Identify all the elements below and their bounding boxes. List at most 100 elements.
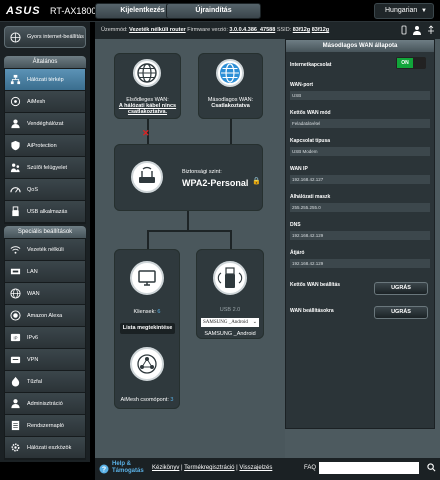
aimesh-count[interactable]: 3	[170, 397, 173, 403]
faq-search-input[interactable]	[319, 462, 419, 474]
clients-count[interactable]: 6	[157, 309, 160, 315]
primary-wan-status[interactable]: A hálózati kábel nincs csatlakoztatva.	[114, 103, 181, 115]
admin-icon	[11, 399, 20, 409]
sidebar-item-amazon-alexa[interactable]: Amazon Alexa	[5, 305, 85, 327]
lan-icon	[10, 268, 21, 275]
field-label: Alhálózati maszk	[290, 194, 331, 200]
aimesh-icon	[10, 96, 21, 107]
view-list-button[interactable]: Lista megtekintése	[120, 323, 175, 334]
wan-settings-go-button[interactable]: UGRÁS	[374, 306, 428, 319]
usb-status-icon[interactable]	[426, 25, 436, 35]
field-subnet-mask: Alhálózati maszk 255.255.255.0	[290, 194, 430, 212]
lock-icon: 🔒	[252, 178, 261, 185]
sidebar-item-label: AiProtection	[27, 143, 57, 149]
language-value: Hungarian	[385, 7, 418, 14]
footer-links: Kézikönyv | Termékregisztráció | Visszaj…	[152, 465, 273, 471]
sidebar-item-label: QoS	[27, 187, 39, 193]
app-icon[interactable]	[399, 25, 409, 35]
network-map: Elsődleges WAN: A hálózati kábel nincs c…	[95, 39, 285, 458]
reboot-button[interactable]: Újraindítás	[166, 3, 261, 19]
product-registration-link[interactable]: Termékregisztráció	[184, 465, 234, 471]
usb-device-name: SAMSUNG _Android	[204, 331, 256, 337]
sidebar-item-label: USB alkalmazás	[27, 209, 68, 215]
disconnected-icon: ✕	[142, 128, 150, 138]
ssid-link-2[interactable]: 83f12g	[312, 27, 329, 33]
mode-link[interactable]: Vezeték nélküli router	[129, 27, 186, 33]
sidebar-item-label: Amazon Alexa	[27, 313, 63, 319]
quick-setup-label: Gyors internet-beállítás	[27, 34, 84, 40]
usb-select-value: SAMSUNG _Android	[203, 320, 248, 325]
sidebar-item-label: LAN	[27, 269, 38, 275]
clients-label: Kliensek:	[133, 309, 156, 315]
sidebar-item-usb-application[interactable]: USB alkalmazás	[5, 201, 85, 223]
firmware-link[interactable]: 3.0.0.4.386_47588	[229, 27, 275, 33]
sidebar-item-vpn[interactable]: VPN	[5, 349, 85, 371]
ipv6-icon: IP	[10, 333, 21, 342]
sidebar-item-aimesh[interactable]: AiMesh	[5, 91, 85, 113]
vpn-icon	[10, 356, 21, 364]
sidebar-item-label: Rendszernapló	[27, 423, 64, 429]
field-wan-port: WAN-port USB	[290, 82, 430, 100]
field-value: 192.168.42.127	[290, 175, 430, 184]
sidebar-item-label: IPv6	[27, 335, 39, 341]
security-value[interactable]: WPA2-Personal	[182, 178, 248, 188]
sidebar-item-administration[interactable]: Adminisztráció	[5, 393, 85, 415]
sidebar-item-wireless[interactable]: Vezeték nélküli	[5, 239, 85, 261]
clients-text: Kliensek: 6	[114, 309, 180, 315]
panel-title: Másodlagos WAN állapota	[286, 40, 434, 52]
sidebar-item-ipv6[interactable]: IP IPv6	[5, 327, 85, 349]
status-bar: Üzemmód: Vezeték nélküli router Firmware…	[95, 22, 440, 39]
ssid-label: SSID:	[276, 27, 292, 33]
dual-wan-go-button[interactable]: UGRÁS	[374, 282, 428, 295]
sidebar-item-network-tools[interactable]: Hálózati eszközök	[5, 437, 85, 459]
field-gateway: Átjáró 192.168.42.129	[290, 250, 430, 268]
sidebar-item-network-map[interactable]: Hálózati térkép	[5, 69, 85, 91]
sidebar-item-system-log[interactable]: Rendszernapló	[5, 415, 85, 437]
family-icon	[10, 163, 20, 173]
sidebar-item-label: Szülői felügyelet	[27, 165, 68, 171]
quick-internet-setup-button[interactable]: Gyors internet-beállítás	[4, 26, 86, 48]
alexa-icon	[10, 310, 21, 321]
sidebar-item-label: Adminisztráció	[27, 401, 63, 407]
field-label: Kettős WAN mód	[290, 110, 331, 116]
manual-link[interactable]: Kézikönyv	[152, 465, 179, 471]
field-label: DNS	[290, 222, 301, 228]
main-content: Üzemmód: Vezeték nélküli router Firmware…	[95, 22, 440, 458]
sidebar-item-parental-control[interactable]: Szülői felügyelet	[5, 157, 85, 179]
internet-toggle[interactable]: ON	[396, 57, 426, 69]
secondary-wan-status[interactable]: Csatlakoztatva	[198, 103, 263, 109]
sidebar-item-label: Hálózati eszközök	[27, 445, 72, 451]
field-value: 192.168.42.129	[290, 259, 430, 268]
language-select[interactable]: Hungarian ▼	[374, 3, 434, 19]
question-icon: ?	[99, 464, 109, 474]
sidebar-item-label: Vendéghálózat	[27, 121, 64, 127]
sidebar-item-guest-network[interactable]: Vendéghálózat	[5, 113, 85, 135]
dual-wan-settings-row: Kettős WAN beállítás	[290, 282, 350, 288]
sidebar-item-wan[interactable]: WAN	[5, 283, 85, 305]
sidebar-item-label: AiMesh	[27, 99, 46, 105]
wire	[230, 230, 232, 250]
wire	[187, 211, 189, 231]
person-icon[interactable]	[412, 25, 422, 35]
shield-icon	[11, 140, 20, 151]
sidebar-item-aiprotection[interactable]: AiProtection	[5, 135, 85, 157]
usb-device-select[interactable]: SAMSUNG _Android ⌄	[201, 318, 259, 327]
gear-icon	[11, 443, 20, 452]
sidebar-item-lan[interactable]: LAN	[5, 261, 85, 283]
feedback-link[interactable]: Visszajelzés	[239, 465, 272, 471]
firewall-icon	[11, 376, 20, 387]
sidebar-item-firewall[interactable]: Tűzfal	[5, 371, 85, 393]
svg-text:IP: IP	[14, 335, 18, 340]
wire	[147, 230, 149, 250]
search-icon[interactable]	[427, 463, 436, 472]
ssid-link-1[interactable]: 83f12g	[293, 27, 310, 33]
help-support-link[interactable]: ? Help & Támogatás	[99, 461, 144, 475]
security-label: Biztonsági szint:	[182, 169, 222, 175]
wan-settings-label: WAN beállításokra	[290, 308, 334, 314]
top-bar: ASUS RT-AX1800U Kijelentkezés Újraindítá…	[0, 0, 440, 22]
field-value: USB	[290, 91, 430, 100]
faq-label: FAQ	[304, 465, 317, 471]
log-icon	[11, 420, 20, 431]
sidebar-item-qos[interactable]: QoS	[5, 179, 85, 201]
advanced-section-header: Speciális beállítások	[4, 226, 86, 238]
